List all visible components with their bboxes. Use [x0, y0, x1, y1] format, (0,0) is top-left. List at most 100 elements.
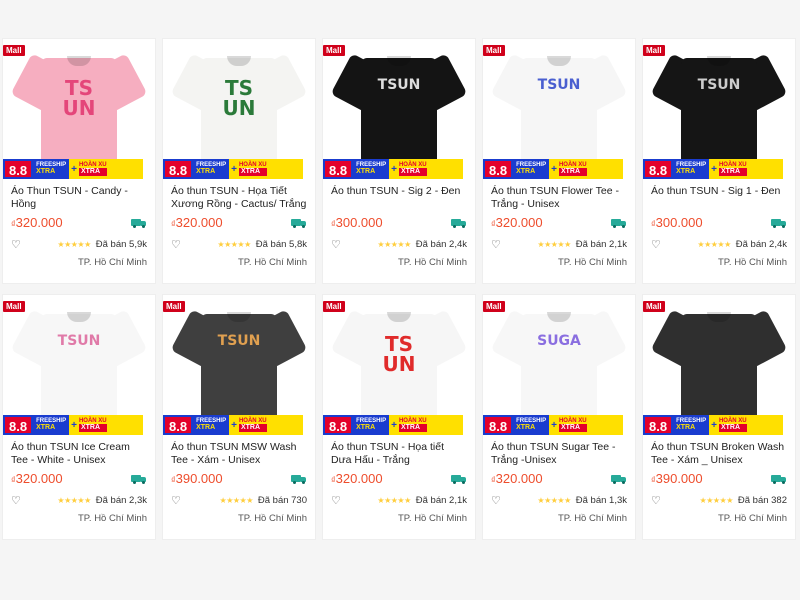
- product-price: ₫320.000: [331, 471, 383, 486]
- product-image[interactable]: Mall TS UN 8.8 FREESHIP XTRA + HOÀN XU XTR…: [3, 39, 155, 179]
- product-card[interactable]: Mall SUGA 8.8 FREESHIP XTRA + HOÀN XU XTRA…: [482, 294, 636, 540]
- shirt-print-text: TSUN: [697, 77, 741, 93]
- rating-stars: ★★★★★: [697, 240, 731, 249]
- promo-banner: 8.8 FREESHIP XTRA + HOÀN XU XTRA: [163, 159, 315, 179]
- product-name[interactable]: Áo Thun TSUN - Candy - Hồng: [11, 185, 147, 211]
- product-image[interactable]: Mall TSUN 8.8 FREESHIP XTRA + HOÀN XU XTRA: [3, 295, 155, 435]
- product-image[interactable]: Mall TSUN 8.8 FREESHIP XTRA + HOÀN XU XTRA: [323, 39, 475, 179]
- product-price: ₫320.000: [171, 215, 223, 230]
- freeship-truck-icon: [131, 218, 147, 228]
- rating-stars: ★★★★★: [57, 496, 91, 505]
- favorite-heart-icon[interactable]: ♡: [651, 238, 665, 251]
- shirt-print-text: TSUN: [537, 77, 581, 93]
- sold-count: Đã bán 730: [257, 495, 307, 506]
- product-image[interactable]: Mall TS UN 8.8 FREESHIP XTRA + HOÀN XU XTR…: [323, 295, 475, 435]
- product-image[interactable]: TS UN 8.8 FREESHIP XTRA + HOÀN XU XTRA: [163, 39, 315, 179]
- shop-location: TP. Hồ Chí Minh: [78, 257, 147, 268]
- favorite-heart-icon[interactable]: ♡: [11, 494, 25, 507]
- favorite-heart-icon[interactable]: ♡: [651, 494, 665, 507]
- hoanxu-xtra-badge: HOÀN XU XTRA: [238, 417, 267, 433]
- product-card[interactable]: Mall 8.8 FREESHIP XTRA + HOÀN XU XTRA Áo t…: [642, 294, 796, 540]
- shop-location: TP. Hồ Chí Minh: [398, 257, 467, 268]
- price-amount: 300.000: [655, 215, 703, 230]
- rating-stars: ★★★★★: [699, 496, 734, 505]
- mall-badge: Mall: [643, 301, 665, 312]
- plus-sign: +: [391, 163, 397, 175]
- sold-count: Đã bán 1,3k: [575, 495, 627, 506]
- favorite-heart-icon[interactable]: ♡: [491, 494, 505, 507]
- shop-location: TP. Hồ Chí Minh: [398, 513, 467, 524]
- hoanxu-xtra-badge: HOÀN XU XTRA: [398, 161, 427, 177]
- mall-badge: Mall: [483, 45, 505, 56]
- plus-sign: +: [71, 419, 77, 431]
- freeship-xtra-badge: FREESHIP XTRA: [33, 159, 70, 179]
- product-image[interactable]: Mall 8.8 FREESHIP XTRA + HOÀN XU XTRA: [643, 295, 795, 435]
- plus-sign: +: [711, 163, 717, 175]
- mall-badge: Mall: [163, 301, 185, 312]
- product-price: ₫320.000: [491, 471, 543, 486]
- product-image[interactable]: Mall SUGA 8.8 FREESHIP XTRA + HOÀN XU XTRA: [483, 295, 635, 435]
- product-name[interactable]: Áo thun TSUN Sugar Tee - Trắng -Unisex: [491, 441, 627, 467]
- sale-88-badge: 8.8: [323, 159, 354, 179]
- mall-badge: Mall: [323, 45, 345, 56]
- freeship-truck-icon: [611, 474, 627, 484]
- product-card[interactable]: Mall TSUN 8.8 FREESHIP XTRA + HOÀN XU XTRA…: [642, 38, 796, 284]
- promo-banner: 8.8 FREESHIP XTRA + HOÀN XU XTRA: [483, 159, 635, 179]
- product-image[interactable]: Mall TSUN 8.8 FREESHIP XTRA + HOÀN XU XTRA: [483, 39, 635, 179]
- product-card[interactable]: Mall TSUN 8.8 FREESHIP XTRA + HOÀN XU XTRA…: [162, 294, 316, 540]
- favorite-heart-icon[interactable]: ♡: [331, 238, 345, 251]
- product-price: ₫300.000: [651, 215, 703, 230]
- favorite-heart-icon[interactable]: ♡: [171, 494, 185, 507]
- favorite-heart-icon[interactable]: ♡: [171, 238, 185, 251]
- sale-88-badge: 8.8: [643, 159, 674, 179]
- favorite-heart-icon[interactable]: ♡: [11, 238, 25, 251]
- promo-banner: 8.8 FREESHIP XTRA + HOÀN XU XTRA: [643, 415, 795, 435]
- product-name[interactable]: Áo thun TSUN - Họa Tiết Xương Rồng - Cac…: [171, 185, 307, 211]
- tshirt-image: TS UN: [330, 304, 468, 426]
- product-name[interactable]: Áo thun TSUN Ice Cream Tee - White - Uni…: [11, 441, 147, 467]
- product-card[interactable]: Mall TSUN 8.8 FREESHIP XTRA + HOÀN XU XTRA…: [322, 38, 476, 284]
- product-image[interactable]: Mall TSUN 8.8 FREESHIP XTRA + HOÀN XU XTRA: [163, 295, 315, 435]
- freeship-xtra-badge: FREESHIP XTRA: [673, 415, 710, 435]
- hoanxu-xtra-badge: HOÀN XU XTRA: [558, 417, 587, 433]
- favorite-heart-icon[interactable]: ♡: [491, 238, 505, 251]
- price-amount: 320.000: [15, 471, 63, 486]
- freeship-xtra-badge: FREESHIP XTRA: [353, 415, 390, 435]
- sold-count: Đã bán 2,4k: [735, 239, 787, 250]
- sale-88-badge: 8.8: [483, 415, 514, 435]
- product-card[interactable]: Mall TS UN 8.8 FREESHIP XTRA + HOÀN XU XTR…: [2, 38, 156, 284]
- sale-88-badge: 8.8: [483, 159, 514, 179]
- product-name[interactable]: Áo thun TSUN Flower Tee - Trắng - Unisex: [491, 185, 627, 211]
- product-card[interactable]: Mall TS UN 8.8 FREESHIP XTRA + HOÀN XU XTR…: [322, 294, 476, 540]
- plus-sign: +: [551, 163, 557, 175]
- shop-location: TP. Hồ Chí Minh: [718, 257, 787, 268]
- freeship-xtra-badge: FREESHIP XTRA: [513, 159, 550, 179]
- promo-banner: 8.8 FREESHIP XTRA + HOÀN XU XTRA: [643, 159, 795, 179]
- product-name[interactable]: Áo thun TSUN - Họa tiết Dưa Hấu - Trắng: [331, 441, 467, 467]
- shop-location: TP. Hồ Chí Minh: [78, 513, 147, 524]
- rating-stars: ★★★★★: [377, 496, 411, 505]
- mall-badge: Mall: [643, 45, 665, 56]
- plus-sign: +: [231, 163, 237, 175]
- shirt-print-text: TS UN: [62, 76, 96, 120]
- sale-88-badge: 8.8: [163, 415, 194, 435]
- plus-sign: +: [231, 419, 237, 431]
- product-card[interactable]: Mall TSUN 8.8 FREESHIP XTRA + HOÀN XU XTRA…: [482, 38, 636, 284]
- price-amount: 320.000: [15, 215, 63, 230]
- product-name[interactable]: Áo thun TSUN MSW Wash Tee - Xám - Unisex: [171, 441, 307, 467]
- product-name[interactable]: Áo thun TSUN - Sig 2 - Đen: [331, 185, 467, 211]
- product-price: ₫390.000: [651, 471, 703, 486]
- rating-stars: ★★★★★: [537, 240, 571, 249]
- price-amount: 320.000: [495, 471, 543, 486]
- product-name[interactable]: Áo thun TSUN - Sig 1 - Đen: [651, 185, 787, 211]
- price-amount: 390.000: [175, 471, 223, 486]
- product-name[interactable]: Áo thun TSUN Broken Wash Tee - Xám _ Uni…: [651, 441, 787, 467]
- shop-location: TP. Hồ Chí Minh: [238, 513, 307, 524]
- product-image[interactable]: Mall TSUN 8.8 FREESHIP XTRA + HOÀN XU XTRA: [643, 39, 795, 179]
- product-card[interactable]: TS UN 8.8 FREESHIP XTRA + HOÀN XU XTRA Áo …: [162, 38, 316, 284]
- tshirt-image: TSUN: [650, 48, 788, 170]
- product-card[interactable]: Mall TSUN 8.8 FREESHIP XTRA + HOÀN XU XTRA…: [2, 294, 156, 540]
- freeship-truck-icon: [771, 218, 787, 228]
- favorite-heart-icon[interactable]: ♡: [331, 494, 345, 507]
- promo-banner: 8.8 FREESHIP XTRA + HOÀN XU XTRA: [163, 415, 315, 435]
